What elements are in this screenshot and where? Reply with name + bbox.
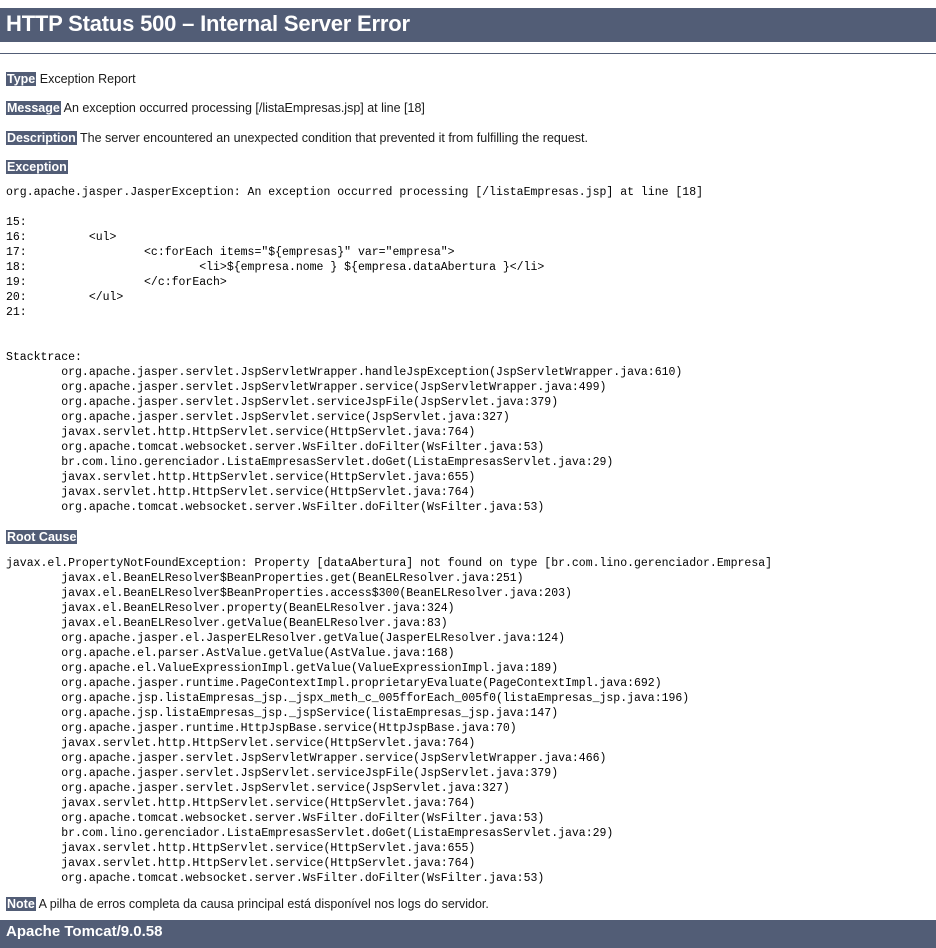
section-heading-exception: Exception <box>0 159 936 174</box>
detail-type-label: Type <box>6 71 37 86</box>
section-heading-root-cause-label: Root Cause <box>6 530 78 545</box>
detail-description-label: Description <box>6 130 77 145</box>
detail-message-value: An exception occurred processing [/lista… <box>63 101 425 116</box>
root-cause-stacktrace: javax.el.PropertyNotFoundException: Prop… <box>6 556 773 885</box>
section-heading-exception-label: Exception <box>6 159 68 174</box>
detail-description-value: The server encountered an unexpected con… <box>80 130 588 145</box>
page-title: HTTP Status 500 – Internal Server Error <box>0 8 936 42</box>
error-page: HTTP Status 500 – Internal Server Error … <box>0 8 936 948</box>
note-text: A pilha de erros completa da causa princ… <box>38 896 489 911</box>
detail-message-label: Message <box>6 101 61 116</box>
detail-message: Message An exception occurred processing… <box>0 101 936 116</box>
note-label: Note <box>6 896 36 911</box>
detail-type-value: Exception Report <box>39 71 136 86</box>
exception-stacktrace: org.apache.jasper.JasperException: An ex… <box>6 186 704 515</box>
section-heading-root-cause: Root Cause <box>0 530 936 545</box>
detail-type: Type Exception Report <box>0 71 936 86</box>
server-footer: Apache Tomcat/9.0.58 <box>0 920 936 948</box>
detail-description: Description The server encountered an un… <box>0 130 936 145</box>
note-line: Note A pilha de erros completa da causa … <box>0 896 936 911</box>
